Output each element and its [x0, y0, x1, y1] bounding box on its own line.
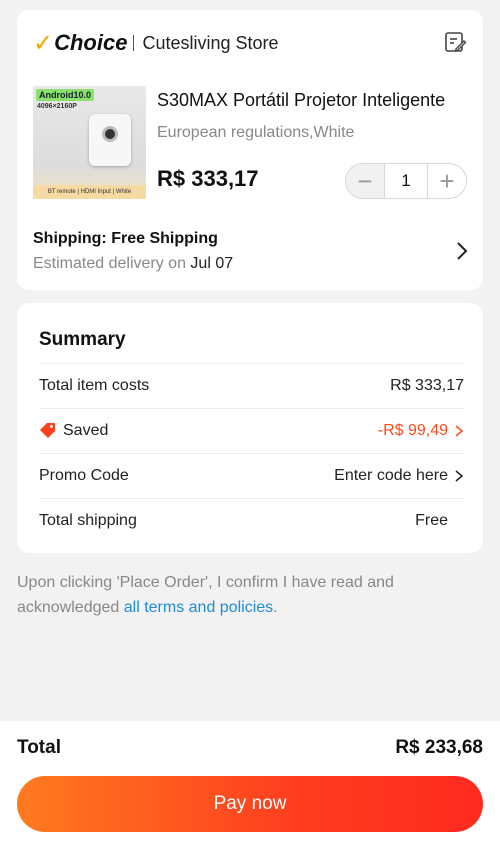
image-footer: BT remote | HDMI Input | White [33, 185, 146, 199]
total-value: R$ 233,68 [395, 737, 483, 758]
summary-row-total-shipping: Total shipping Free [39, 498, 464, 543]
store-divider [133, 35, 135, 51]
checkout-bar: Total R$ 233,68 Pay now [0, 721, 500, 845]
increase-quantity-button[interactable]: + [428, 164, 466, 198]
summary-row-saved[interactable]: Saved -R$ 99,49 [39, 408, 464, 453]
image-badge: Android10.0 [36, 89, 95, 101]
projector-lens [102, 126, 118, 142]
quantity-stepper: − 1 + [345, 163, 467, 199]
shipping-title[interactable]: Shipping: Free Shipping [33, 230, 218, 248]
store-name[interactable]: Cutesliving Store [142, 33, 278, 54]
saved-right[interactable]: -R$ 99,49 [378, 422, 464, 440]
quantity-value[interactable]: 1 [384, 164, 428, 198]
summary-card: Summary Total item costs R$ 333,17 Saved… [17, 303, 483, 553]
product-variant[interactable]: European regulations,White [157, 124, 354, 142]
promo-code-right[interactable]: Enter code here [334, 467, 464, 485]
summary-title: Summary [39, 329, 126, 350]
shipping-eta[interactable]: Estimated delivery on Jul 07 [33, 255, 233, 273]
summary-row-item-costs: Total item costs R$ 333,17 [39, 363, 464, 408]
chevron-right-icon [455, 425, 464, 437]
item-costs-value: R$ 333,17 [390, 377, 464, 394]
chevron-right-icon [455, 470, 464, 482]
product-title[interactable]: S30MAX Portátil Projetor Inteligente [157, 90, 469, 111]
promo-code-label: Promo Code [39, 467, 129, 484]
pay-now-button[interactable]: Pay now [17, 776, 483, 832]
total-label: Total [17, 737, 61, 758]
choice-logo: ✓ Choice [33, 29, 127, 58]
item-costs-label: Total item costs [39, 377, 150, 394]
terms-link[interactable]: all terms and policies [124, 599, 273, 616]
store-card: ✓ Choice Cutesliving Store Android10.0 4… [17, 10, 483, 290]
product-image[interactable]: Android10.0 4096×2160P BT remote | HDMI … [33, 86, 146, 199]
decrease-quantity-button[interactable]: − [346, 164, 384, 198]
total-shipping-label: Total shipping [39, 512, 137, 529]
saved-label: Saved [63, 422, 109, 439]
total-shipping-value: Free [415, 512, 448, 529]
projector-shape [89, 114, 131, 166]
promo-code-value: Enter code here [334, 467, 448, 484]
tag-icon [40, 423, 55, 438]
saved-value: -R$ 99,49 [377, 422, 448, 439]
choice-check-icon: ✓ [33, 29, 54, 57]
eta-date: Jul 07 [190, 255, 234, 272]
edit-note-icon[interactable] [443, 30, 467, 54]
eta-prefix: Estimated delivery on [33, 255, 186, 272]
chevron-right-icon[interactable] [455, 240, 469, 262]
product-price: R$ 333,17 [157, 166, 259, 191]
summary-row-promo-code[interactable]: Promo Code Enter code here [39, 453, 464, 498]
saved-left: Saved [39, 422, 108, 440]
terms-notice: Upon clicking 'Place Order', I confirm I… [17, 570, 483, 620]
store-header: ✓ Choice Cutesliving Store [33, 28, 279, 58]
terms-end: . [273, 599, 278, 616]
choice-brand-text: Choice [54, 30, 128, 55]
image-resolution: 4096×2160P [37, 103, 77, 110]
